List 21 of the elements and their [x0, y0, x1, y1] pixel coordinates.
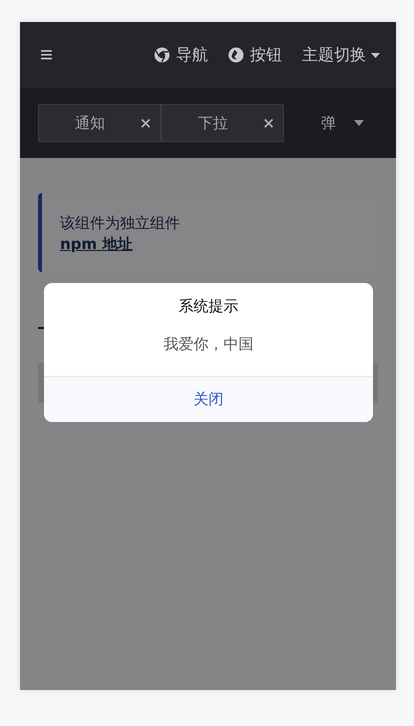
tab[interactable]: 通知 ×	[38, 104, 161, 142]
npm-link[interactable]: npm 地址	[60, 235, 132, 253]
tab-label: 通知	[75, 114, 105, 132]
tab[interactable]: 下拉 ×	[161, 104, 284, 142]
browser-logo-icon	[154, 47, 170, 63]
tab-menu-button[interactable]	[354, 120, 364, 126]
close-button[interactable]: 关闭	[44, 376, 373, 422]
nav-link[interactable]: 按钮	[228, 44, 282, 66]
nav-link[interactable]: 导航	[154, 44, 208, 66]
tab-label: 弹	[321, 114, 337, 132]
theme-dropdown[interactable]: 主题切换	[302, 44, 380, 66]
flame-logo-icon	[228, 47, 244, 63]
close-icon[interactable]: ×	[139, 114, 152, 132]
dialog-title: 系统提示	[178, 297, 238, 316]
close-icon[interactable]: ×	[262, 114, 275, 132]
notice-text: 该组件为独立组件	[60, 213, 181, 234]
tab-label: 下拉	[198, 114, 228, 132]
caret-icon	[354, 120, 364, 126]
menu-button[interactable]: ≡	[40, 44, 53, 66]
dialog-message: 我爱你，中国	[164, 335, 254, 354]
caret-icon	[371, 52, 380, 58]
